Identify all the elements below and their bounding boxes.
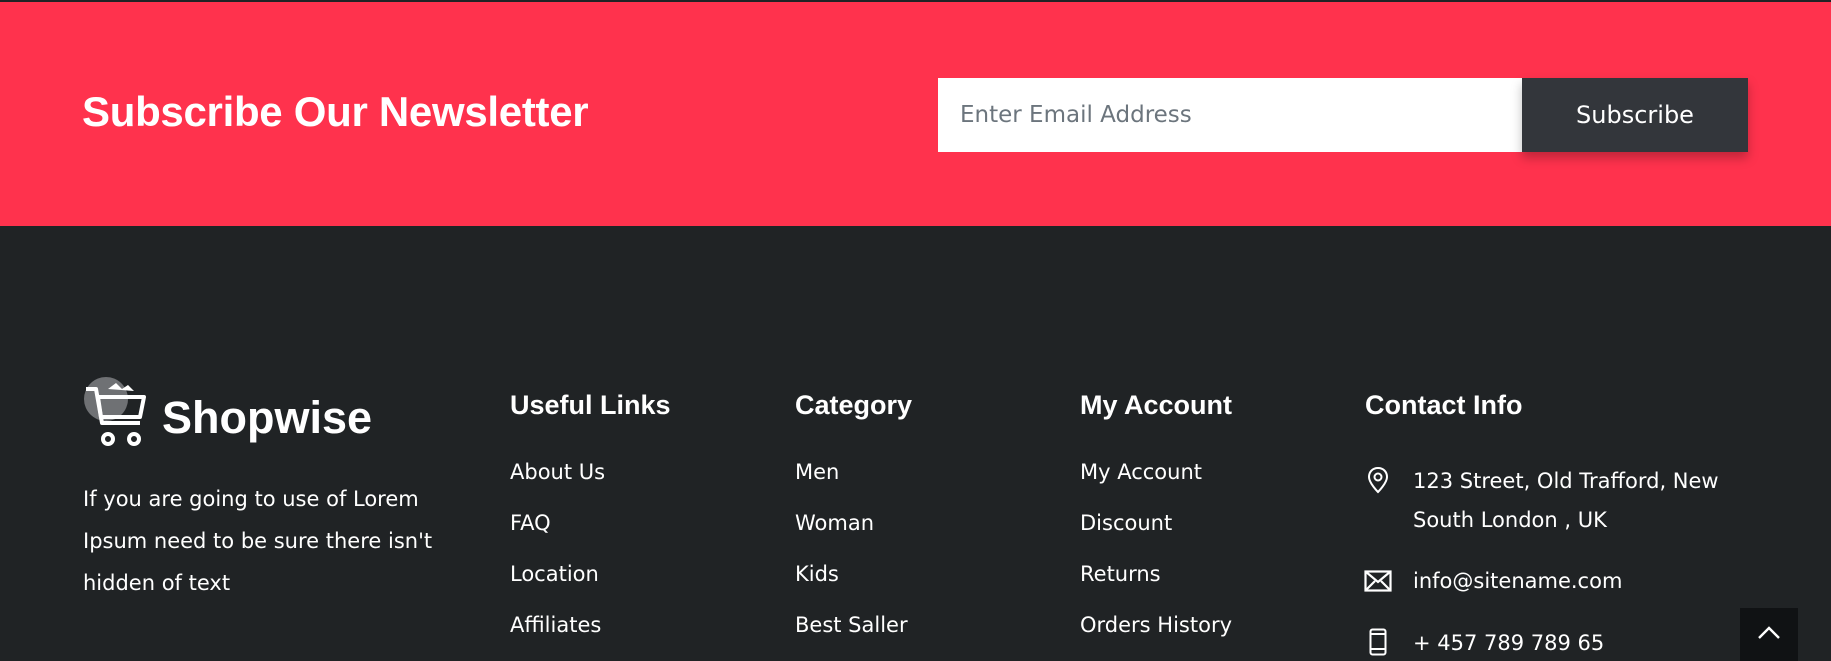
my-account-column: My Account My Account Discount Returns O… [1080, 390, 1232, 661]
email-input[interactable] [938, 78, 1523, 152]
category-column: Category Men Woman Kids Best Saller [795, 390, 912, 661]
useful-links-heading: Useful Links [510, 390, 671, 420]
newsletter-title: Subscribe Our Newsletter [82, 88, 589, 135]
shopping-cart-icon [82, 377, 148, 451]
contact-address: 123 Street, Old Trafford, New South Lond… [1364, 462, 1723, 540]
subscribe-button[interactable]: Subscribe [1522, 78, 1748, 152]
footer-link-faq[interactable]: FAQ [510, 511, 551, 535]
contact-email: info@sitename.com [1364, 562, 1622, 601]
footer-link-about-us[interactable]: About Us [510, 460, 605, 484]
category-link-best-saller[interactable]: Best Saller [795, 613, 908, 637]
contact-phone: + 457 789 789 65 [1364, 624, 1604, 661]
contact-address-text: 123 Street, Old Trafford, New South Lond… [1413, 469, 1719, 532]
useful-links-column: Useful Links About Us FAQ Location Affil… [510, 390, 671, 661]
footer-about-text: If you are going to use of Lorem Ipsum n… [83, 487, 433, 595]
category-link-men[interactable]: Men [795, 460, 839, 484]
account-link-orders-history[interactable]: Orders History [1080, 613, 1232, 637]
category-link-woman[interactable]: Woman [795, 511, 874, 535]
contact-info-column: Contact Info [1365, 390, 1522, 421]
my-account-heading: My Account [1080, 390, 1233, 420]
account-link-my-account[interactable]: My Account [1080, 460, 1202, 484]
footer-logo[interactable]: Shopwise [82, 377, 372, 451]
footer-link-location[interactable]: Location [510, 562, 599, 586]
newsletter-section: Subscribe Our Newsletter Subscribe [0, 2, 1831, 226]
contact-phone-text: + 457 789 789 65 [1413, 631, 1605, 655]
footer-link-affiliates[interactable]: Affiliates [510, 613, 601, 637]
contact-email-link[interactable]: info@sitename.com [1413, 562, 1622, 601]
chevron-up-icon [1757, 625, 1781, 644]
category-link-kids[interactable]: Kids [795, 562, 839, 586]
account-link-discount[interactable]: Discount [1080, 511, 1172, 535]
envelope-icon [1364, 567, 1392, 595]
logo-text: Shopwise [162, 392, 373, 443]
scroll-to-top-button[interactable] [1740, 608, 1798, 661]
mobile-phone-icon [1364, 628, 1392, 656]
category-heading: Category [795, 390, 913, 420]
account-link-returns[interactable]: Returns [1080, 562, 1161, 586]
map-pin-icon [1364, 466, 1392, 494]
contact-info-heading: Contact Info [1365, 390, 1523, 420]
